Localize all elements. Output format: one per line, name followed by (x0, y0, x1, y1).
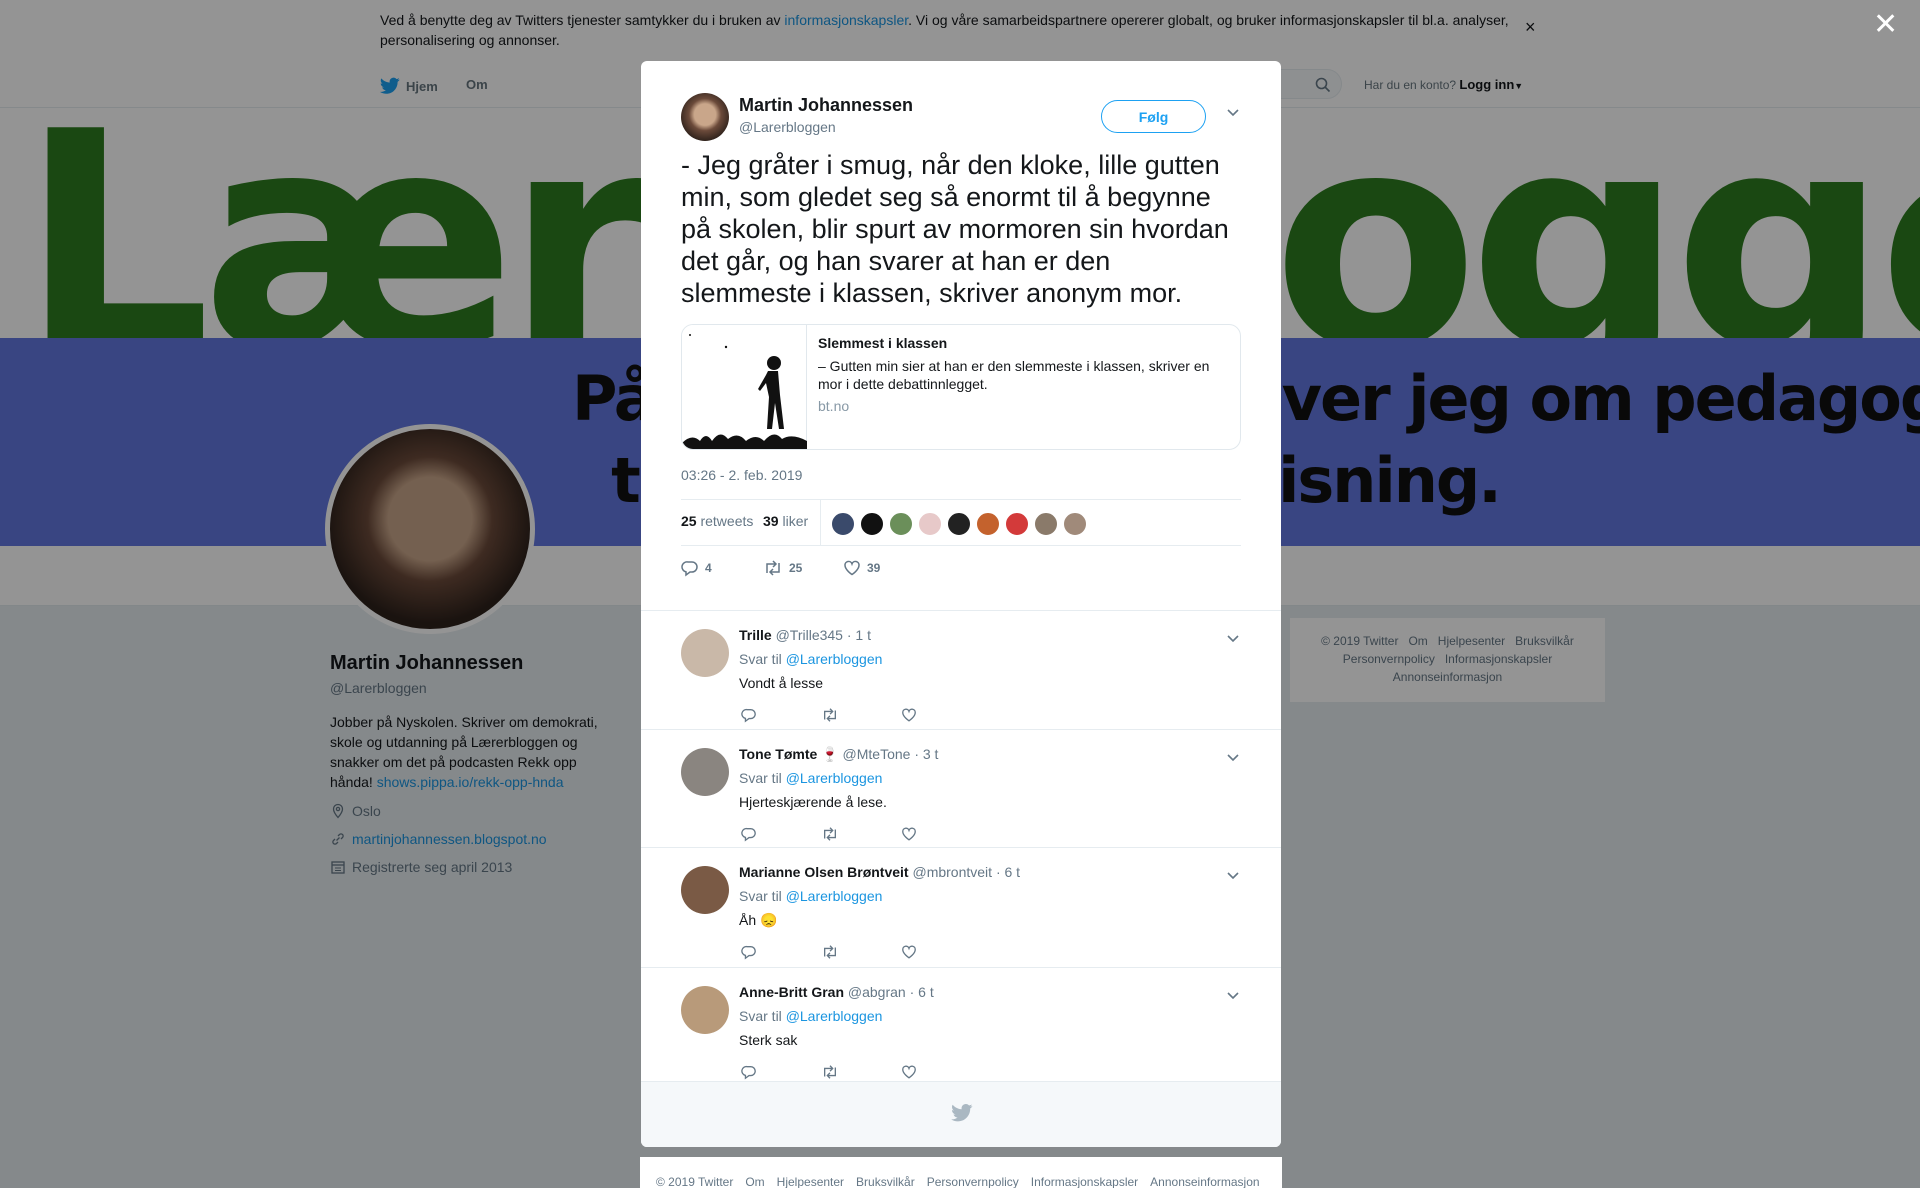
reply-to-link[interactable]: @Larerbloggen (786, 1008, 883, 1024)
liker-avatar[interactable] (947, 512, 971, 536)
reply-item[interactable]: Tone Tømte 🍷 @MteTone · 3 t Svar til @Lar… (641, 729, 1281, 847)
card-description: – Gutten min sier at han er den slemmest… (818, 358, 1210, 392)
reply-icon[interactable] (741, 826, 757, 845)
liker-avatar[interactable] (1034, 512, 1058, 536)
reply-author-handle: @mbrontveit (912, 864, 993, 880)
tweet-stats: 25 retweets 39 liker (681, 499, 1241, 546)
reply-author-name[interactable]: Anne-Britt Gran (739, 984, 844, 1000)
retweet-icon[interactable] (821, 944, 839, 963)
card-domain: bt.no (818, 398, 850, 414)
close-icon[interactable]: ✕ (1873, 10, 1898, 40)
heart-icon[interactable] (901, 944, 917, 963)
avatar[interactable] (681, 748, 729, 796)
divider (820, 500, 821, 546)
avatar[interactable] (681, 93, 729, 141)
chevron-down-icon[interactable] (1226, 631, 1240, 648)
tweet-modal: Martin Johannessen @Larerbloggen Følg - … (641, 61, 1281, 1147)
reply-to-link[interactable]: @Larerbloggen (786, 651, 883, 667)
reply-text: Vondt å lesse (739, 675, 824, 691)
avatar[interactable] (681, 986, 729, 1034)
reply-to-link[interactable]: @Larerbloggen (786, 770, 883, 786)
retweet-icon (766, 560, 780, 576)
reply-to-link[interactable]: @Larerbloggen (786, 888, 883, 904)
tweet-timestamp[interactable]: 03:26 - 2. feb. 2019 (681, 467, 802, 483)
avatar[interactable] (681, 629, 729, 677)
reply-text: Hjerteskjærende å lese. (739, 794, 887, 810)
reply-text: Åh 😞 (739, 912, 778, 928)
author-name[interactable]: Martin Johannessen (739, 95, 913, 116)
retweets-stat[interactable]: 25 retweets (681, 513, 753, 529)
footer-link[interactable]: Personvernpolicy (927, 1175, 1019, 1188)
liker-avatar[interactable] (918, 512, 942, 536)
card-image (682, 325, 807, 449)
tweet-author: Martin Johannessen @Larerbloggen Følg (681, 93, 1241, 143)
reply-author-handle: @MteTone (842, 746, 911, 762)
reply-author-handle: @Trille345 (775, 627, 843, 643)
reply-time[interactable]: · 3 t (914, 746, 938, 762)
retweet-icon[interactable] (821, 707, 839, 726)
reply-actions (741, 826, 941, 846)
reply-icon[interactable] (741, 707, 757, 726)
reply-icon (681, 561, 698, 577)
footer-link[interactable]: © 2019 Twitter (656, 1175, 733, 1188)
reply-author-name[interactable]: Marianne Olsen Brøntveit (739, 864, 909, 880)
author-handle: @Larerbloggen (739, 119, 836, 135)
reply-actions (741, 707, 941, 727)
heart-icon (844, 560, 860, 576)
reply-time[interactable]: · 6 t (910, 984, 934, 1000)
link-card[interactable]: Slemmest i klassen – Gutten min sier at … (681, 324, 1241, 450)
reply-item[interactable]: Anne-Britt Gran @abgran · 6 t Svar til @L… (641, 967, 1281, 1081)
reply-item[interactable]: Trille @Trille345 · 1 t Svar til @Larerbl… (641, 610, 1281, 729)
liker-avatar[interactable] (1063, 512, 1087, 536)
reply-author-name[interactable]: Tone Tømte 🍷 (739, 746, 839, 762)
bottom-footer: © 2019 Twitter Om Hjelpesenter Bruksvilkår P… (640, 1157, 1282, 1188)
reply-button[interactable]: 4 (681, 559, 712, 577)
chevron-down-icon[interactable] (1226, 988, 1240, 1005)
liker-avatar[interactable] (976, 512, 1000, 536)
boy-silhouette-icon (682, 334, 807, 449)
chevron-down-icon[interactable] (1226, 750, 1240, 767)
footer-link[interactable]: Hjelpesenter (777, 1175, 844, 1188)
reply-icon[interactable] (741, 944, 757, 963)
like-button[interactable]: 39 (843, 559, 880, 577)
reply-time[interactable]: · 1 t (847, 627, 871, 643)
tweet-text: - Jeg gråter i smug, når den kloke, lill… (681, 150, 1229, 308)
liker-avatar[interactable] (831, 512, 855, 536)
liker-avatar[interactable] (889, 512, 913, 536)
reply-author-name[interactable]: Trille (739, 627, 772, 643)
avatar[interactable] (681, 866, 729, 914)
footer-link[interactable]: Informasjonskapsler (1031, 1175, 1138, 1188)
reply-author-handle: @abgran (847, 984, 906, 1000)
chevron-down-icon[interactable] (1226, 868, 1240, 885)
retweet-icon[interactable] (821, 826, 839, 845)
reply-item[interactable]: Marianne Olsen Brøntveit @mbrontveit · 6… (641, 847, 1281, 967)
heart-icon[interactable] (901, 707, 917, 726)
modal-footer (641, 1081, 1281, 1147)
twitter-bird-icon (951, 1104, 973, 1122)
reply-text: Sterk sak (739, 1032, 798, 1048)
retweet-button[interactable]: 25 (763, 559, 802, 577)
heart-icon[interactable] (901, 826, 917, 845)
footer-link[interactable]: Om (745, 1175, 764, 1188)
liker-avatar[interactable] (1005, 512, 1029, 536)
footer-link[interactable]: Bruksvilkår (856, 1175, 915, 1188)
footer-link[interactable]: Annonseinformasjon (1150, 1175, 1259, 1188)
liker-avatar[interactable] (860, 512, 884, 536)
chevron-down-icon[interactable] (1226, 105, 1240, 119)
reply-time[interactable]: · 6 t (996, 864, 1020, 880)
card-title: Slemmest i klassen (818, 335, 948, 351)
follow-button[interactable]: Følg (1101, 100, 1206, 133)
likes-stat[interactable]: 39 liker (763, 513, 808, 529)
reply-actions (741, 944, 941, 964)
